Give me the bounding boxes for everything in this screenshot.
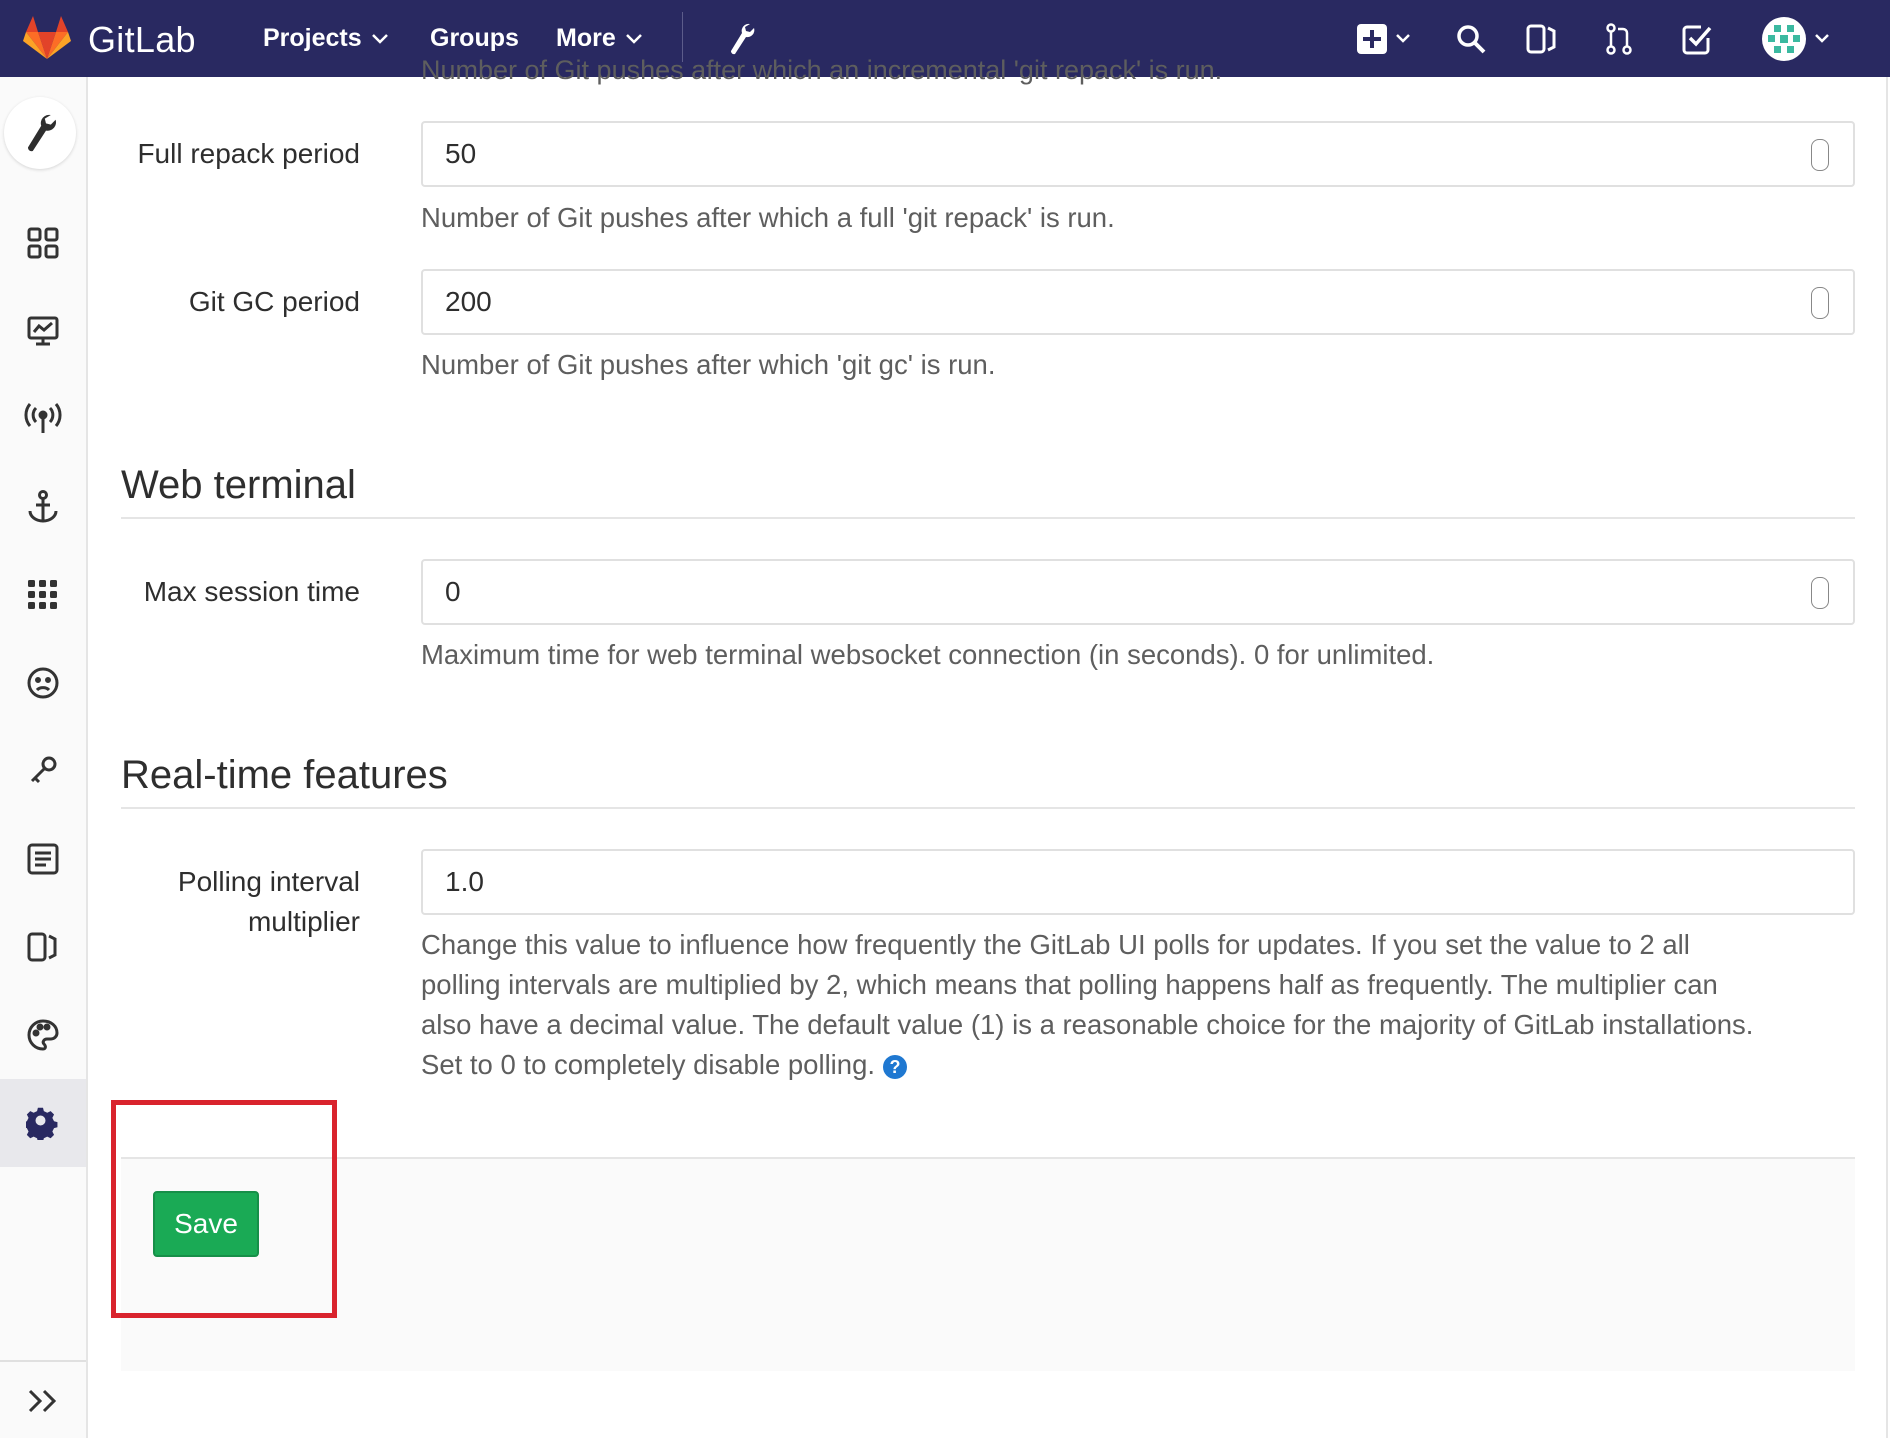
polling-help-line1: Change this value to influence how frequ… — [421, 929, 1690, 960]
chevron-down-icon — [371, 33, 388, 44]
full-repack-input[interactable]: 50 — [421, 121, 1855, 187]
section-divider — [121, 807, 1855, 809]
full-repack-label: Full repack period — [137, 138, 360, 169]
labels-icon[interactable] — [0, 903, 86, 991]
polling-multiplier-input[interactable]: 1.0 — [421, 849, 1855, 915]
nav-projects-label: Projects — [263, 24, 362, 52]
applications-icon[interactable] — [0, 551, 86, 639]
help-question-icon[interactable]: ? — [883, 1054, 908, 1079]
gitlab-brand[interactable]: GitLab — [22, 14, 196, 65]
monitoring-icon[interactable] — [0, 287, 86, 375]
web-terminal-heading: Web terminal — [121, 463, 356, 507]
max-session-help: Maximum time for web terminal websocket … — [421, 639, 1435, 670]
gitlab-logo-icon — [22, 14, 72, 65]
full-repack-help: Number of Git pushes after which a full … — [421, 202, 1115, 233]
realtime-heading: Real-time features — [121, 753, 448, 797]
admin-sidebar — [0, 77, 88, 1438]
nav-projects[interactable]: Projects — [263, 0, 390, 77]
search-icon[interactable] — [1455, 0, 1487, 77]
polling-help-line2: polling intervals are multiplied by 2, w… — [421, 969, 1718, 1000]
polling-help-line3: also have a decimal value. The default v… — [421, 1009, 1754, 1040]
polling-help-line4-wrap: Set to 0 to completely disable polling.? — [421, 1045, 1861, 1085]
brand-name: GitLab — [88, 18, 196, 60]
max-session-label: Max session time — [143, 576, 360, 607]
full-repack-value: 50 — [445, 138, 477, 169]
deploy-keys-icon[interactable] — [0, 727, 86, 815]
appearance-palette-icon[interactable] — [0, 991, 86, 1079]
admin-overview-icon[interactable] — [4, 97, 76, 169]
max-session-input[interactable]: 0 — [421, 559, 1855, 625]
max-session-value: 0 — [445, 576, 461, 607]
section-divider — [121, 517, 1855, 519]
settings-gear-icon[interactable] — [0, 1079, 86, 1167]
polling-multiplier-value: 1.0 — [445, 866, 484, 897]
polling-label-line1: Polling interval — [177, 866, 360, 897]
number-spinner-icon[interactable] — [1811, 577, 1829, 609]
polling-help-line4: Set to 0 to completely disable polling. — [421, 1049, 876, 1080]
todos-icon[interactable] — [1680, 0, 1714, 77]
chevron-down-icon — [625, 33, 642, 44]
git-gc-label: Git GC period — [188, 286, 360, 317]
git-gc-input[interactable]: 200 — [421, 269, 1855, 335]
form-actions-footer — [121, 1157, 1855, 1371]
polling-label-wrap: Polling interval multiplier — [88, 862, 360, 942]
number-spinner-icon[interactable] — [1811, 287, 1829, 319]
incremental-repack-help: Number of Git pushes after which an incr… — [421, 55, 1223, 85]
polling-label-line2: multiplier — [247, 906, 360, 937]
git-gc-help: Number of Git pushes after which 'git gc… — [421, 349, 996, 380]
git-gc-value: 200 — [445, 286, 492, 317]
service-templates-icon[interactable] — [0, 815, 86, 903]
collapse-sidebar-icon[interactable] — [0, 1360, 86, 1440]
dashboard-grid-icon[interactable] — [0, 199, 86, 287]
abuse-reports-icon[interactable] — [0, 639, 86, 727]
new-plus-icon[interactable] — [1355, 0, 1415, 77]
number-spinner-icon[interactable] — [1811, 139, 1829, 171]
nav-groups-label: Groups — [430, 24, 519, 52]
messages-broadcast-icon[interactable] — [0, 375, 86, 463]
system-hooks-anchor-icon[interactable] — [0, 463, 86, 551]
merge-requests-icon[interactable] — [1604, 0, 1634, 77]
issues-icon[interactable] — [1525, 0, 1559, 77]
nav-more-label: More — [556, 24, 616, 52]
main-content: Number of Git pushes after which an incr… — [88, 55, 1890, 1438]
user-avatar[interactable] — [1760, 0, 1836, 77]
save-highlight-annotation — [111, 1100, 337, 1318]
